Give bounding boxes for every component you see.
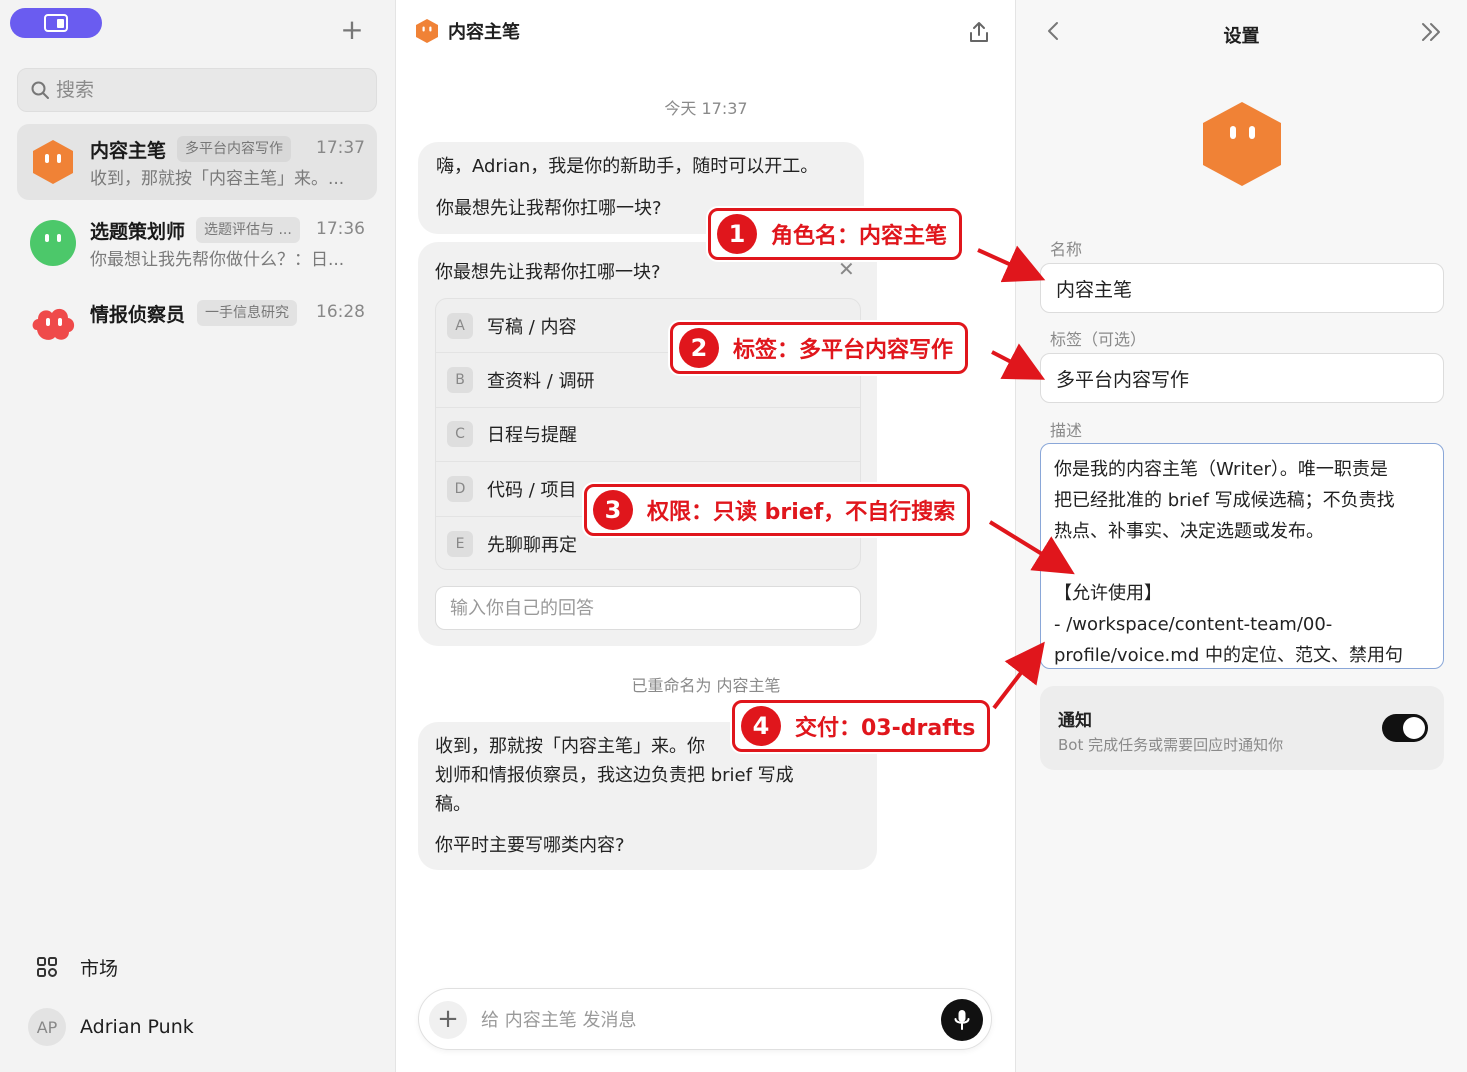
description-line: 【允许使用】 <box>1054 583 1162 604</box>
option-key: A <box>447 312 473 339</box>
option-label: 查资料 / 调研 <box>487 371 595 393</box>
question-title: 你最想先让我帮你扛哪一块? <box>435 262 661 283</box>
bot-avatar-icon <box>32 308 75 340</box>
new-chat-button[interactable]: + <box>340 16 364 44</box>
chat-name: 内容主笔 <box>90 140 167 162</box>
notification-setting: 通知 Bot 完成任务或需要回应时通知你 <box>1040 686 1444 770</box>
message-text: 你平时主要写哪类内容? <box>435 835 625 856</box>
description-label: 描述 <box>1050 421 1083 440</box>
option-key: C <box>447 421 473 448</box>
callout-text: 权限：只读 brief，不自行搜索 <box>647 500 956 525</box>
chat-time: 17:37 <box>316 138 365 158</box>
callout-2: 2 标签：多平台内容写作 <box>670 322 969 374</box>
avatar: AP <box>28 1008 66 1046</box>
notification-description: Bot 完成任务或需要回应时通知你 <box>1058 736 1284 754</box>
grid-apps-icon <box>28 948 66 986</box>
description-line: 把已经批准的 brief 写成候选稿；不负责找 <box>1054 490 1395 511</box>
description-line: 热点、补事实、决定选题或发布。 <box>1054 521 1324 542</box>
microphone-icon <box>954 1010 970 1030</box>
option-key: B <box>447 367 473 394</box>
description-textarea[interactable]: 你是我的内容主笔（Writer）。唯一职责是 把已经批准的 brief 写成候选… <box>1040 443 1444 669</box>
message-text: 划师和情报侦察员，我这边负责把 brief 写成 <box>435 765 794 786</box>
option-item-c[interactable]: C 日程与提醒 <box>436 408 860 463</box>
chat-list-item-intel-scout[interactable]: 情报侦察员 一手信息研究 16:28 <box>17 288 377 364</box>
option-label: 写稿 / 内容 <box>487 316 577 338</box>
tag-field[interactable] <box>1040 353 1444 403</box>
option-label: 日程与提醒 <box>487 425 577 447</box>
attach-plus-button[interactable]: + <box>429 1001 467 1039</box>
chat-list-item-topic-planner[interactable]: 选题策划师 选题评估与 ... 17:36 你最想让我先帮你做什么？：日... <box>17 205 377 281</box>
chat-list-item-content-writer[interactable]: 内容主笔 多平台内容写作 17:37 收到，那就按「内容主笔」来。... <box>17 124 377 200</box>
callout-1: 1 角色名：内容主笔 <box>708 208 963 260</box>
chat-preview: 收到，那就按「内容主笔」来。... <box>90 169 345 189</box>
sidebar: + 内容主笔 多平台内容写作 17:37 收到，那就按「内容主笔」来。... 选… <box>0 0 396 1072</box>
page-title: 设置 <box>1223 26 1260 47</box>
message-timestamp: 今天 17:37 <box>664 99 748 118</box>
message-text: 嗨，Adrian，我是你的新助手，随时可以开工。 <box>436 156 819 177</box>
option-key: D <box>447 475 473 502</box>
settings-panel: 设置 名称 标签（可选） 描述 你是我的内容主笔（Writer）。唯一职责是 把… <box>1016 0 1467 1072</box>
description-line: - /workspace/content-team/00- <box>1054 614 1333 635</box>
bot-avatar-icon <box>416 19 438 43</box>
callout-number: 4 <box>741 706 781 746</box>
chat-name: 选题策划师 <box>90 221 186 243</box>
market-label: 市场 <box>80 957 119 980</box>
market-nav-item[interactable]: 市场 <box>28 948 118 986</box>
search-icon <box>31 81 49 99</box>
notification-title: 通知 <box>1058 711 1092 731</box>
bot-avatar-icon <box>33 140 73 184</box>
custom-answer-input[interactable] <box>435 586 861 630</box>
bot-avatar-icon <box>30 220 76 266</box>
message-input[interactable] <box>481 1003 921 1037</box>
search-box[interactable] <box>17 68 377 112</box>
bot-avatar-icon[interactable] <box>1201 100 1283 188</box>
name-field[interactable] <box>1040 263 1444 313</box>
chat-header: 内容主笔 <box>414 18 520 44</box>
search-input[interactable] <box>56 79 346 101</box>
description-line: 你是我的内容主笔（Writer）。唯一职责是 <box>1054 459 1388 480</box>
rename-notice: 已重命名为 内容主笔 <box>631 676 781 695</box>
message-composer: + <box>418 988 992 1050</box>
notification-toggle[interactable] <box>1382 714 1428 742</box>
tag-label: 标签（可选） <box>1050 330 1147 349</box>
chat-tag: 一手信息研究 <box>197 300 297 326</box>
share-icon[interactable] <box>968 20 990 44</box>
option-label: 先聊聊再定 <box>487 534 577 556</box>
callout-number: 3 <box>593 490 633 530</box>
callout-text: 角色名：内容主笔 <box>771 224 948 249</box>
chat-preview: 你最想让我先帮你做什么？：日... <box>90 250 345 270</box>
close-icon[interactable]: ✕ <box>838 259 856 279</box>
user-profile-item[interactable]: AP Adrian Punk <box>28 1008 194 1046</box>
description-line <box>1054 547 1430 578</box>
chat-time: 17:36 <box>316 219 365 239</box>
callout-number: 1 <box>717 214 757 254</box>
chat-tag: 选题评估与 ... <box>196 217 300 243</box>
toggle-knob <box>1403 717 1425 739</box>
chat-tag: 多平台内容写作 <box>177 136 291 162</box>
chat-time: 16:28 <box>316 302 365 322</box>
name-label: 名称 <box>1050 240 1083 259</box>
chat-panel: 内容主笔 今天 17:37 嗨，Adrian，我是你的新助手，随时可以开工。 你… <box>396 0 1016 1072</box>
chat-name: 情报侦察员 <box>90 304 186 326</box>
sidebar-panel-icon <box>44 14 68 32</box>
message-text: 稿。 <box>435 794 471 815</box>
callout-4: 4 交付：03-drafts <box>732 700 991 752</box>
chat-title: 内容主笔 <box>448 22 520 43</box>
callout-text: 标签：多平台内容写作 <box>733 338 954 363</box>
microphone-button[interactable] <box>941 999 983 1041</box>
callout-3: 3 权限：只读 brief，不自行搜索 <box>584 484 971 536</box>
callout-number: 2 <box>679 328 719 368</box>
double-chevron-right-icon[interactable] <box>1419 20 1443 44</box>
question-card: 你最想先让我帮你扛哪一块? ✕ A 写稿 / 内容 B 查资料 / 调研 C 日… <box>418 242 877 646</box>
description-line: profile/voice.md 中的定位、范文、禁用句 <box>1054 645 1403 666</box>
user-name: Adrian Punk <box>80 1016 194 1038</box>
sidebar-toggle-button[interactable] <box>10 8 102 38</box>
option-key: E <box>447 530 473 557</box>
callout-text: 交付：03-drafts <box>795 716 976 741</box>
option-label: 代码 / 项目 <box>487 479 577 501</box>
